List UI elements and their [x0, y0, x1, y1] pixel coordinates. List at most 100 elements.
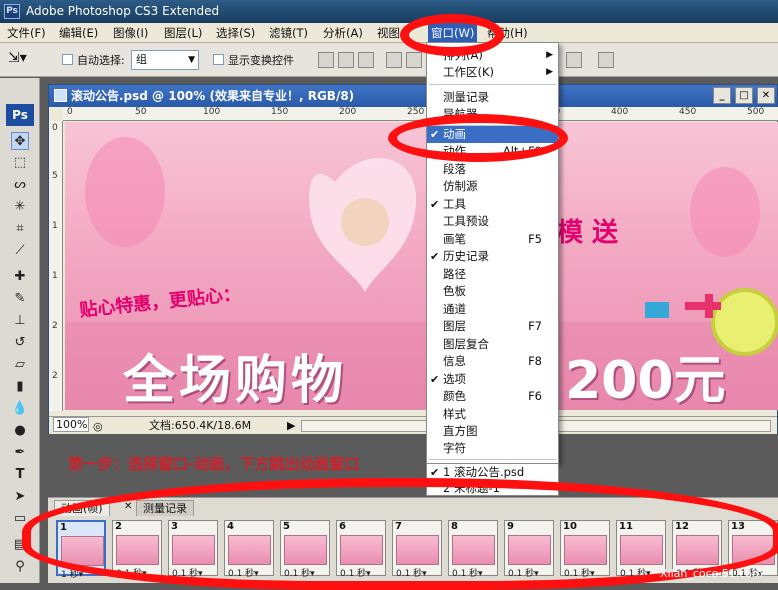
ruler-label: 5 [52, 171, 58, 181]
show-transform-checkbox[interactable] [213, 54, 224, 65]
align-top-icon[interactable] [318, 52, 334, 68]
menu-view[interactable]: 视图 [374, 23, 403, 43]
zoom-field[interactable]: 100% [53, 417, 89, 432]
path-selection-icon[interactable]: ➤ [11, 488, 29, 506]
menu-layer[interactable]: 图层(L) [161, 23, 205, 43]
menu-shortcut: F8 [528, 354, 542, 368]
menu-separator [429, 459, 556, 460]
ruler-label: 1 [52, 271, 58, 281]
canvas-headline-right: 200元 [565, 351, 726, 410]
marquee-tool-icon[interactable]: ⬚ [11, 154, 29, 172]
pen-tool-icon[interactable]: ✒ [11, 444, 29, 462]
move-tool-icon[interactable]: ✥ [11, 132, 29, 150]
submenu-arrow-icon: ▶ [546, 50, 553, 60]
minimize-icon[interactable]: _ [713, 87, 731, 104]
menu-item-info[interactable]: 信息 F8 [427, 353, 558, 370]
dodge-tool-icon[interactable]: ● [11, 422, 29, 440]
menu-shortcut: F7 [528, 319, 542, 333]
butterfly-shape [85, 137, 165, 247]
crop-tool-icon[interactable]: ⌗ [11, 220, 29, 238]
menu-item-character[interactable]: 字符 [427, 440, 558, 457]
auto-select-checkbox[interactable] [62, 54, 73, 65]
healing-brush-icon[interactable]: ✚ [11, 268, 29, 286]
eyedropper-icon[interactable]: ⚲ [11, 558, 29, 576]
menu-item-styles[interactable]: 样式 [427, 406, 558, 423]
canvas-top-right-text: 模 送 [557, 218, 619, 248]
ruler-label: 200 [339, 107, 357, 117]
align-bottom-icon[interactable] [358, 52, 374, 68]
ruler-label: 2 [52, 371, 58, 381]
menu-item-workspace[interactable]: 工作区(K) ▶ [427, 64, 558, 81]
type-tool-icon[interactable]: T [11, 466, 29, 484]
maximize-icon[interactable]: □ [735, 87, 753, 104]
lasso-tool-icon[interactable]: ᔕ [11, 176, 29, 194]
menu-edit[interactable]: 编辑(E) [56, 23, 101, 43]
slice-tool-icon[interactable]: ⟋ [11, 242, 29, 260]
history-brush-icon[interactable]: ↺ [11, 334, 29, 352]
menu-item-paths[interactable]: 路径 [427, 266, 558, 283]
menu-item-histogram[interactable]: 直方图 [427, 423, 558, 440]
options-bar: ⇲▾ 自动选择: 组 ▼ 显示变换控件 [0, 43, 778, 77]
menu-item-label: 选项 [443, 372, 466, 386]
blur-tool-icon[interactable]: 💧 [11, 400, 29, 418]
menu-item-options[interactable]: ✔ 选项 [427, 371, 558, 388]
menu-item-brushes[interactable]: 画笔 F5 [427, 231, 558, 248]
menu-item-tool-presets[interactable]: 工具预设 [427, 213, 558, 230]
align-hcenter-icon[interactable] [406, 52, 422, 68]
move-tool-preset-icon[interactable]: ⇲▾ [8, 50, 38, 66]
menu-item-label: 路径 [443, 267, 466, 281]
menu-item-layer-comps[interactable]: 图层复合 [427, 336, 558, 353]
ruler-label: 2 [52, 321, 58, 331]
menu-select[interactable]: 选择(S) [213, 23, 258, 43]
step-caption: 第一步：选择窗口-动画，下方跳出动画窗口 [68, 455, 360, 473]
ruler-label: 500 [747, 107, 765, 117]
menu-item-paragraph[interactable]: 段落 [427, 161, 558, 178]
menu-item-color[interactable]: 颜色 F6 [427, 388, 558, 405]
photoshop-badge[interactable]: Ps [6, 104, 34, 126]
menu-item-label: 直方图 [443, 424, 478, 438]
ruler-label: 0 [52, 123, 58, 133]
magic-wand-icon[interactable]: ✳ [11, 198, 29, 216]
menu-item-label: 样式 [443, 407, 466, 421]
menu-item-label: 1 滚动公告.psd [443, 465, 525, 479]
eraser-icon[interactable]: ▱ [11, 356, 29, 374]
clone-stamp-icon[interactable]: ⊥ [11, 312, 29, 330]
ruler-label: 100 [203, 107, 221, 117]
gradient-tool-icon[interactable]: ▮ [11, 378, 29, 396]
menu-item-tools[interactable]: ✔ 工具 [427, 196, 558, 213]
align-vcenter-icon[interactable] [338, 52, 354, 68]
menu-analysis[interactable]: 分析(A) [320, 23, 366, 43]
menu-item-layers[interactable]: 图层 F7 [427, 318, 558, 335]
close-icon[interactable]: ✕ [757, 87, 775, 104]
auto-select-label: 自动选择: [77, 54, 125, 67]
menu-item-measurement-log[interactable]: 测量记录 [427, 89, 558, 106]
menu-shortcut: F6 [528, 389, 542, 403]
auto-align-icon[interactable] [598, 52, 614, 68]
menu-item-label: 工作区(K) [443, 65, 495, 79]
menu-item-history[interactable]: ✔ 历史记录 [427, 248, 558, 265]
menu-item-label: 画笔 [443, 232, 466, 246]
status-menu-arrow-icon[interactable]: ▶ [287, 417, 295, 434]
document-status-bar: 100% ◎ 文档:650.4K/18.6M ▶ [49, 416, 777, 434]
menu-item-clone-source[interactable]: 仿制源 [427, 178, 558, 195]
brush-tool-icon[interactable]: ✎ [11, 290, 29, 308]
menu-item-channels[interactable]: 通道 [427, 301, 558, 318]
ruler-label: 50 [135, 107, 147, 117]
auto-select-dropdown[interactable]: 组 ▼ [131, 50, 199, 70]
menu-filter[interactable]: 滤镜(T) [266, 23, 311, 43]
menu-item-label: 色板 [443, 284, 466, 298]
status-options-icon[interactable]: ◎ [93, 418, 103, 435]
menu-item-label: 图层 [443, 319, 466, 333]
menu-file[interactable]: 文件(F) [4, 23, 49, 43]
menu-image[interactable]: 图像(I) [110, 23, 151, 43]
butterfly-shape [690, 167, 760, 257]
canvas-headline-left: 全场购物 [123, 351, 348, 410]
menu-item-swatches[interactable]: 色板 [427, 283, 558, 300]
document-title-bar[interactable]: 滚动公告.psd @ 100% (效果来自专业！, RGB/8) _ □ ✕ [49, 85, 777, 107]
align-left-icon[interactable] [386, 52, 402, 68]
document-canvas[interactable]: 贴心特惠，更贴心： 全场购物 200元 模 送 [65, 122, 778, 410]
distribute-icon[interactable] [566, 52, 582, 68]
toolbox: Ps ✥ ⬚ ᔕ ✳ ⌗ ⟋ ✚ ✎ ⊥ ↺ ▱ ▮ 💧 ● ✒ T ➤ ▭ ▤… [0, 78, 40, 583]
app-title-bar: Ps Adobe Photoshop CS3 Extended [0, 0, 778, 23]
menu-item-label: 字符 [443, 441, 466, 455]
